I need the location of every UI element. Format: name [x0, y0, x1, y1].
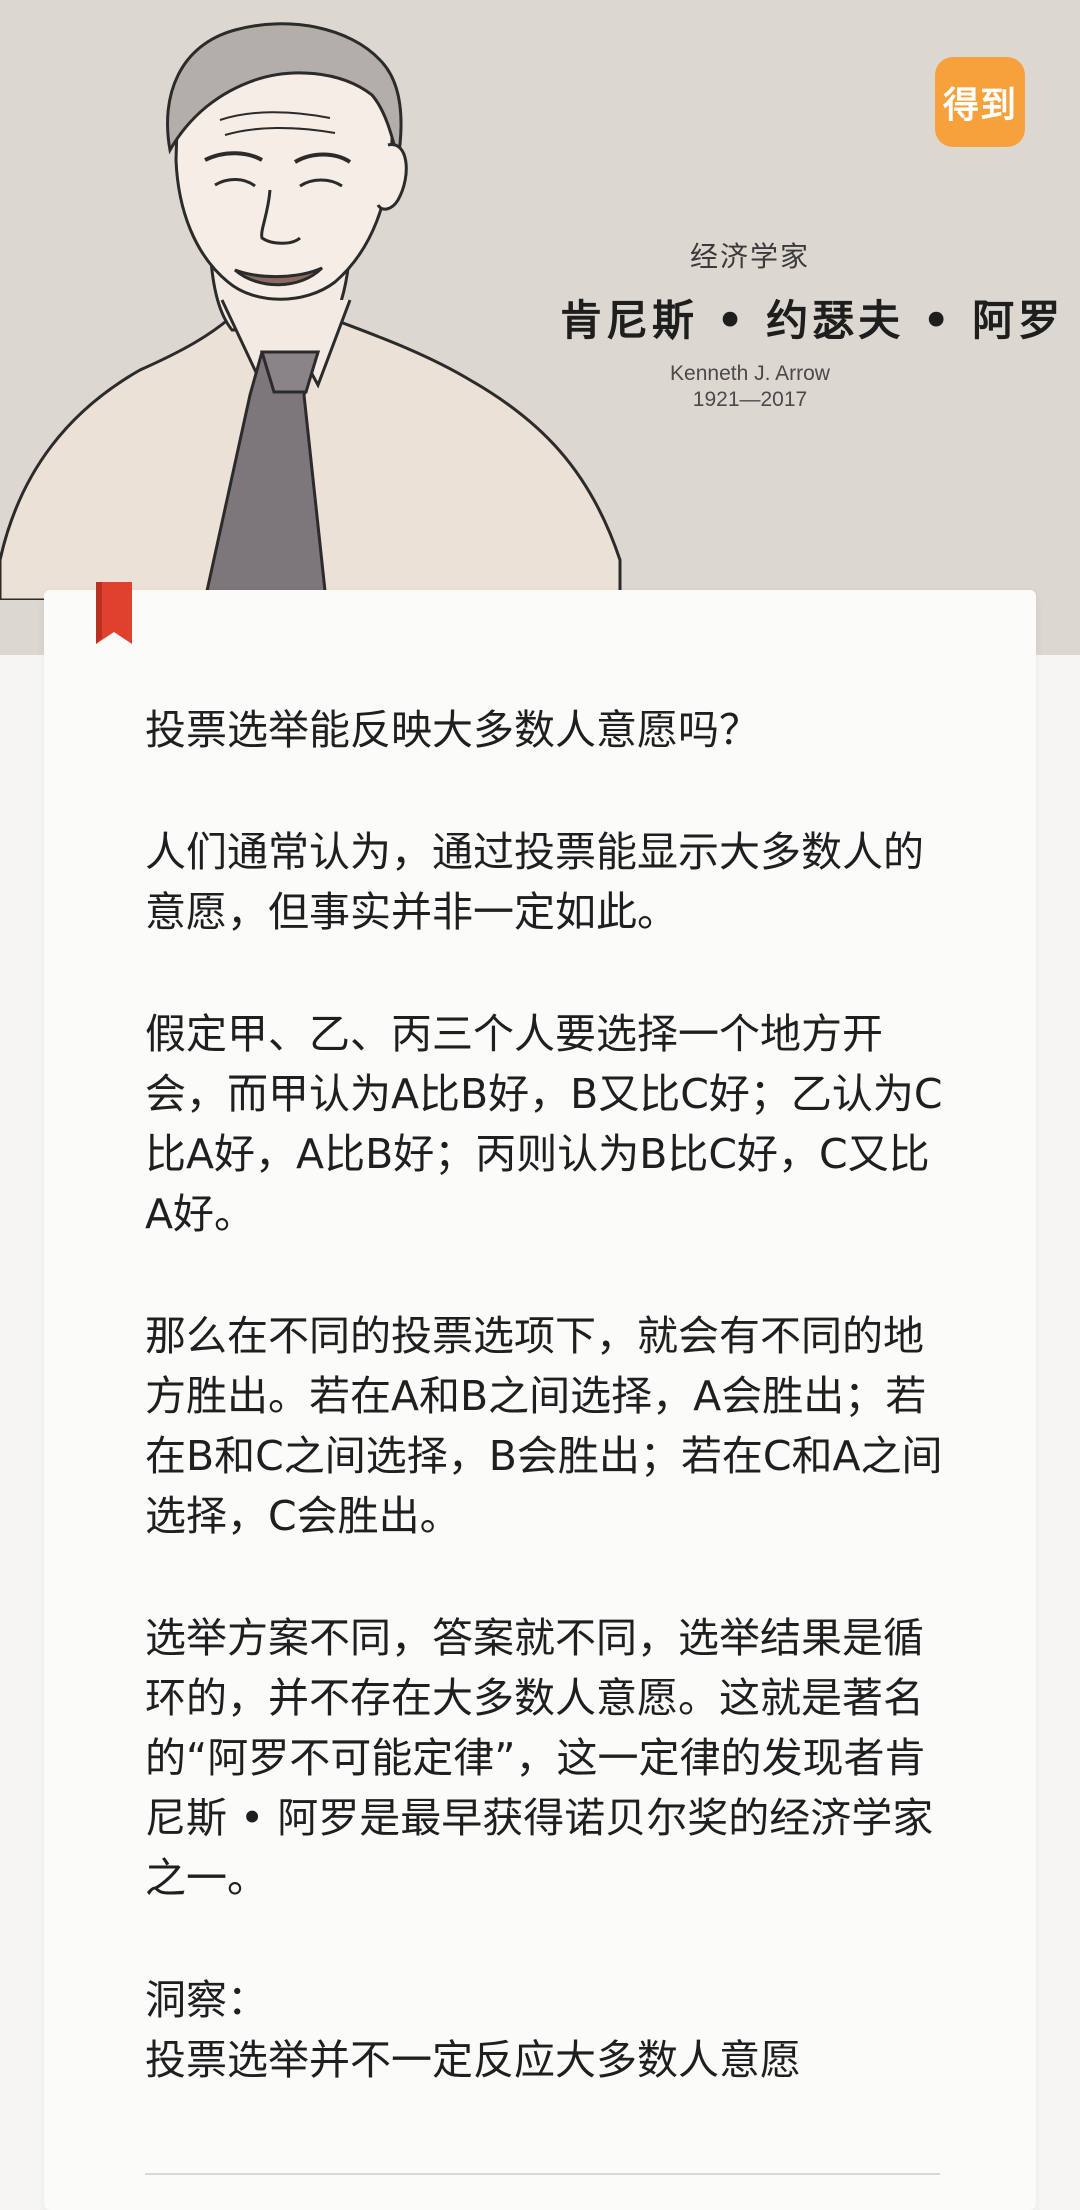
economist-portrait-illustration [0, 22, 622, 600]
bookmark-icon[interactable] [96, 582, 132, 644]
insight-text: 投票选举并不一定反应大多数人意愿 [145, 2036, 801, 2084]
profession-label: 经济学家 [689, 240, 810, 273]
paragraph: 选举方案不同，答案就不同，选举结果是循环的，并不存在大多数人意愿。这就是著名的“… [145, 1614, 934, 1902]
article-body: 投票选举能反映大多数人意愿吗？ 人们通常认为，通过投票能显示大多数人的意愿，但事… [145, 700, 945, 2090]
paragraph: 人们通常认为，通过投票能显示大多数人的意愿，但事实并非一定如此。 [145, 828, 924, 936]
header-banner: 得到 经济学家 肯尼斯 • 约瑟夫 • 阿罗 Kenneth J. Arrow … [0, 0, 1080, 655]
article-title: 投票选举能反映大多数人意愿吗？ [145, 706, 760, 754]
paragraph: 那么在不同的投票选项下，就会有不同的地方胜出。若在A和B之间选择，A会胜出；若在… [145, 1312, 943, 1540]
economist-name-en: Kenneth J. Arrow [670, 362, 830, 385]
economist-profile: 经济学家 肯尼斯 • 约瑟夫 • 阿罗 Kenneth J. Arrow 192… [560, 235, 1065, 412]
divider [145, 2173, 940, 2175]
economist-name: 肯尼斯 • 约瑟夫 • 阿罗 [560, 296, 1065, 345]
paragraph: 假定甲、乙、丙三个人要选择一个地方开会，而甲认为A比B好，B又比C好；乙认为C比… [145, 1010, 943, 1238]
economist-years: 1921—2017 [692, 388, 808, 411]
insight-label: 洞察： [145, 1976, 268, 2024]
dedao-logo-icon[interactable]: 得到 [935, 57, 1025, 147]
